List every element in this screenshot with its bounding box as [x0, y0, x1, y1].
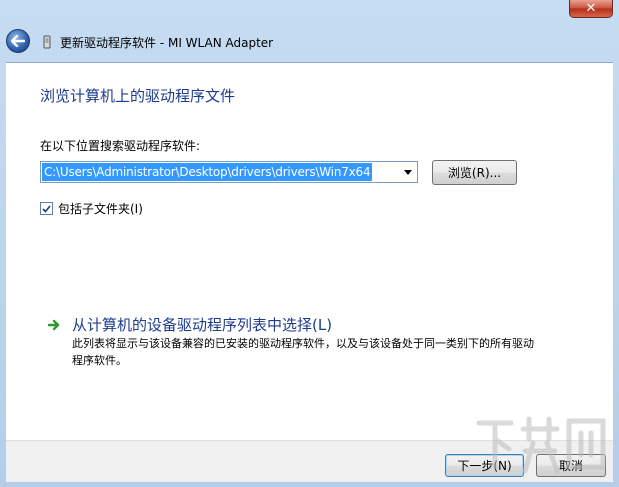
green-arrow-icon: [48, 319, 60, 330]
search-location-label: 在以下位置搜索驱动程序软件:: [40, 139, 201, 153]
arrow-left-icon: [11, 35, 25, 47]
pick-from-list-option[interactable]: 从计算机的设备驱动程序列表中选择(L): [48, 314, 332, 335]
driver-update-window: ✕ 更新驱动程序软件 - MI WLAN Adapter 浏览计算机上的驱动程序…: [0, 0, 619, 487]
include-subfolders-label: 包括子文件夹(I): [58, 202, 143, 216]
close-icon: ✕: [585, 1, 597, 16]
checkmark-icon: [42, 204, 51, 213]
pick-from-list-description: 此列表将显示与该设备兼容的已安装的驱动程序软件，以及与该设备处于同一类别下的所有…: [72, 337, 534, 367]
page-heading: 浏览计算机上的驱动程序文件: [40, 87, 236, 105]
include-subfolders-option[interactable]: 包括子文件夹(I): [40, 200, 143, 217]
include-subfolders-checkbox[interactable]: [40, 202, 53, 215]
driver-path-combobox[interactable]: C:\Users\Administrator\Desktop\drivers\d…: [40, 161, 418, 183]
pick-from-list-link[interactable]: 从计算机的设备驱动程序列表中选择(L): [72, 314, 332, 335]
back-button[interactable]: [6, 29, 30, 53]
title-bar: ✕ 更新驱动程序软件 - MI WLAN Adapter: [0, 0, 619, 60]
site-watermark-icon: [476, 416, 606, 474]
close-button[interactable]: ✕: [569, 0, 613, 18]
window-title: 更新驱动程序软件 - MI WLAN Adapter: [60, 36, 274, 50]
combo-dropdown-button[interactable]: [401, 163, 415, 181]
triangle-down-icon: [404, 169, 412, 175]
content-panel: 浏览计算机上的驱动程序文件 在以下位置搜索驱动程序软件: C:\Users\Ad…: [6, 62, 613, 441]
browse-button[interactable]: 浏览(R)...: [432, 160, 517, 185]
device-icon: [43, 35, 51, 49]
driver-path-input[interactable]: C:\Users\Administrator\Desktop\drivers\d…: [42, 163, 373, 181]
